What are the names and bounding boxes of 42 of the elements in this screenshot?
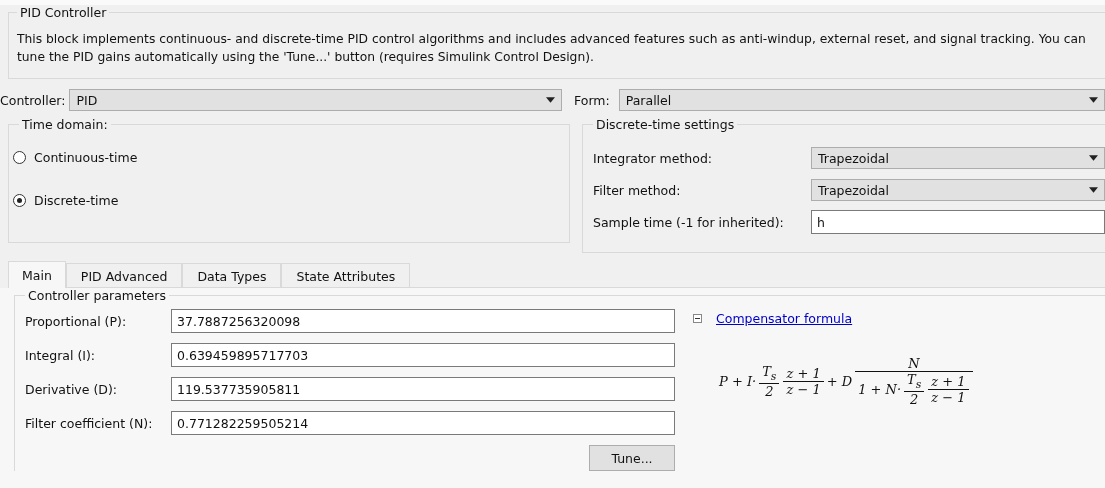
description-text: This block implements continuous- and discrete-time PID control algorithms and includes advanced features such as anti-windup, external reset, and signal tracking. You can tune the PID gains automatically using the 'Tune...' button (requires Simulink Control Design). [17,31,1087,66]
input-field[interactable]: 37.7887256320098 [171,309,675,333]
input-field[interactable]: 0.771282259505214 [171,411,675,435]
field-label: Derivative (D): [25,381,118,397]
radio-label: Continuous-time [34,150,138,165]
dropdown-value: PID [76,92,99,108]
field-label: Integrator method: [593,150,714,166]
input-field[interactable]: 119.537735905811 [171,377,675,401]
dropdown-value: Trapezoidal [818,150,890,166]
dropdown[interactable]: Parallel [618,89,1105,111]
caret-icon [1089,155,1098,161]
caret-icon [1089,97,1098,103]
input-field[interactable]: h [811,210,1105,234]
field-label: Integral (I): [25,347,97,363]
group-title: Controller parameters [27,288,167,303]
group-title: Discrete-time settings [595,117,736,132]
dropdown[interactable]: Trapezoidal [811,147,1105,169]
input-field[interactable]: 0.639459895717703 [171,343,675,367]
tab[interactable]: Data Types [182,263,282,287]
link[interactable]: Compensator formula [716,311,853,326]
group-title: PID Controller [19,5,108,20]
dropdown[interactable]: PID [69,89,562,111]
field-label: Controller: [0,92,67,108]
dropdown[interactable]: Trapezoidal [811,179,1105,201]
dropdown-value: Trapezoidal [818,182,890,198]
collapse-icon[interactable] [693,314,702,323]
field-label: Filter method: [593,182,682,198]
field-label: Form: [574,92,611,108]
tab[interactable]: State Attributes [281,263,411,287]
field-label: Proportional (P): [25,313,128,329]
caret-icon [1089,187,1098,193]
tab[interactable]: PID Advanced [65,263,183,287]
field-label: Filter coefficient (N): [25,415,154,431]
radio-label: Discrete-time [34,193,119,208]
field-label: Sample time (-1 for inherited): [593,214,785,230]
group-title: Time domain: [21,117,109,132]
caret-icon [546,97,555,103]
tune-button[interactable]: Tune... [589,445,675,471]
dropdown-value: Parallel [625,92,673,108]
tab[interactable]: Main [8,261,66,288]
radio-button[interactable] [13,194,26,207]
radio-button[interactable] [13,151,26,164]
